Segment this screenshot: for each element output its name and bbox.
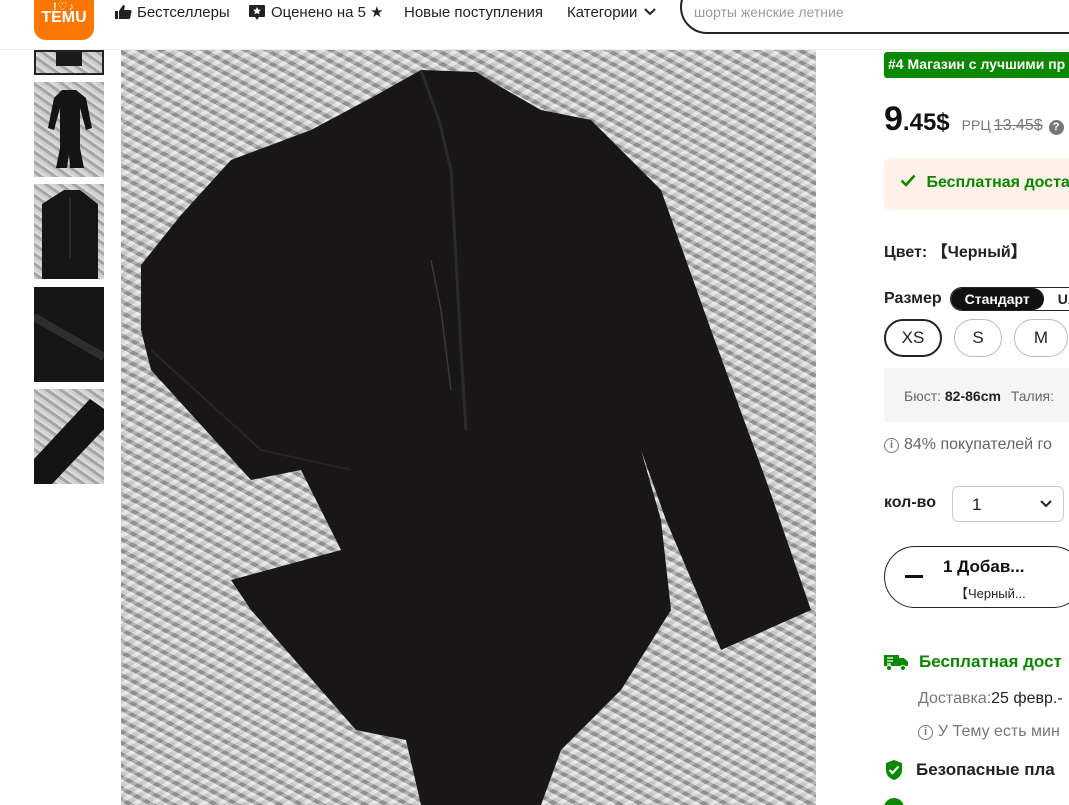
secure-payment-row[interactable]: Безопасные пла <box>884 759 1055 781</box>
buyers-fit-note: i 84% покупателей го <box>884 436 1052 454</box>
minus-icon[interactable] <box>905 575 923 578</box>
store-rank-badge[interactable]: #4 Магазин с лучшими пр <box>884 52 1069 78</box>
search-input[interactable] <box>694 2 994 22</box>
delivery-truck-icon <box>884 655 908 671</box>
rrp-label: РРЦ <box>961 117 991 133</box>
free-shipping-banner[interactable]: Бесплатная доста <box>884 158 1069 210</box>
chevron-down-icon <box>644 8 657 16</box>
nav-categories[interactable]: Категории <box>567 0 657 24</box>
size-system-row: Размер Стандарт UA <box>884 286 1069 312</box>
waist-label: Талия: <box>1010 388 1054 404</box>
size-measurements: Бюст: 82-86cm Талия: <box>884 368 1069 422</box>
shield-check-icon <box>886 760 902 780</box>
size-label: Размер <box>884 290 942 307</box>
quantity-value: 1 <box>972 495 982 514</box>
size-option-xs[interactable]: XS <box>884 319 942 357</box>
nav-bestsellers-label: Бестселлеры <box>137 3 230 21</box>
delivery-estimate: Доставка:25 февр.- <box>918 690 1063 708</box>
rrp-value: 13.45$ <box>993 117 1043 134</box>
nav-categories-label: Категории <box>567 3 638 21</box>
nav-new-arrivals-label: Новые поступления <box>404 3 543 21</box>
buyers-fit-text: 84% покупателей го <box>904 436 1052 453</box>
top-header: !♡♪ TEMU Бестселлеры Оценено на 5 ★ Новы… <box>0 0 1069 50</box>
min-order-text: У Тему есть мин <box>938 723 1060 740</box>
romper-illustration <box>141 69 811 805</box>
free-shipping-row: Бесплатная дост <box>884 652 1062 672</box>
rated-star-icon <box>249 4 265 20</box>
logo-text: TEMU <box>41 9 87 26</box>
info-icon: i <box>884 437 899 453</box>
thumbnail-5[interactable] <box>34 389 104 484</box>
help-icon[interactable]: ? <box>1048 120 1064 135</box>
free-shipping-title: Бесплатная дост <box>919 652 1062 671</box>
chevron-down-icon <box>1040 500 1052 508</box>
nav-top-rated[interactable]: Оценено на 5 ★ <box>248 0 384 24</box>
nav-bestsellers[interactable]: Бестселлеры <box>114 0 230 24</box>
thumbnail-3[interactable] <box>34 184 104 279</box>
delivery-label: Доставка: <box>918 690 992 707</box>
main-product-image[interactable] <box>121 50 816 805</box>
add-to-cart-button[interactable]: 1 Добав... 【Черный... <box>884 546 1069 608</box>
size-system-toggle: Стандарт UA <box>949 287 1069 311</box>
size-system-ua[interactable]: UA <box>1043 288 1069 310</box>
price-block: 9 .45$ РРЦ 13.45$ ? <box>884 100 1064 140</box>
next-section-icon <box>884 798 904 805</box>
free-shipping-banner-text: Бесплатная доста <box>926 174 1069 191</box>
size-option-m[interactable]: M <box>1014 319 1068 357</box>
bust-label: Бюст: <box>904 388 941 404</box>
quantity-label: кол-во <box>884 494 937 511</box>
secure-payment-text: Безопасные пла <box>916 760 1055 779</box>
price-fraction: .45$ <box>902 109 950 136</box>
nav-new-arrivals[interactable]: Новые поступления <box>404 0 543 24</box>
size-option-s[interactable]: S <box>954 319 1002 357</box>
quantity-select[interactable]: 1 <box>952 486 1064 522</box>
info-icon: i <box>918 724 933 740</box>
price-integer: 9 <box>884 100 903 138</box>
thumbnail-1[interactable] <box>34 50 104 75</box>
delivery-date: 25 февр.- <box>991 690 1063 707</box>
bust-value: 82-86cm <box>944 388 1001 404</box>
temu-logo[interactable]: !♡♪ TEMU <box>34 0 94 40</box>
thumbs-up-icon <box>115 5 132 19</box>
color-label: Цвет: 【Черный】 <box>884 244 1027 261</box>
min-order-note[interactable]: i У Тему есть мин <box>918 723 1060 741</box>
nav-top-rated-label: Оценено на 5 ★ <box>271 4 384 21</box>
thumbnail-2[interactable] <box>34 82 104 177</box>
check-icon <box>900 174 916 187</box>
add-to-cart-label: 1 Добав... <box>943 557 1025 576</box>
add-to-cart-variant: 【Черный... <box>955 586 1026 601</box>
thumbnail-4[interactable] <box>34 287 104 382</box>
size-system-standard[interactable]: Стандарт <box>950 288 1044 310</box>
